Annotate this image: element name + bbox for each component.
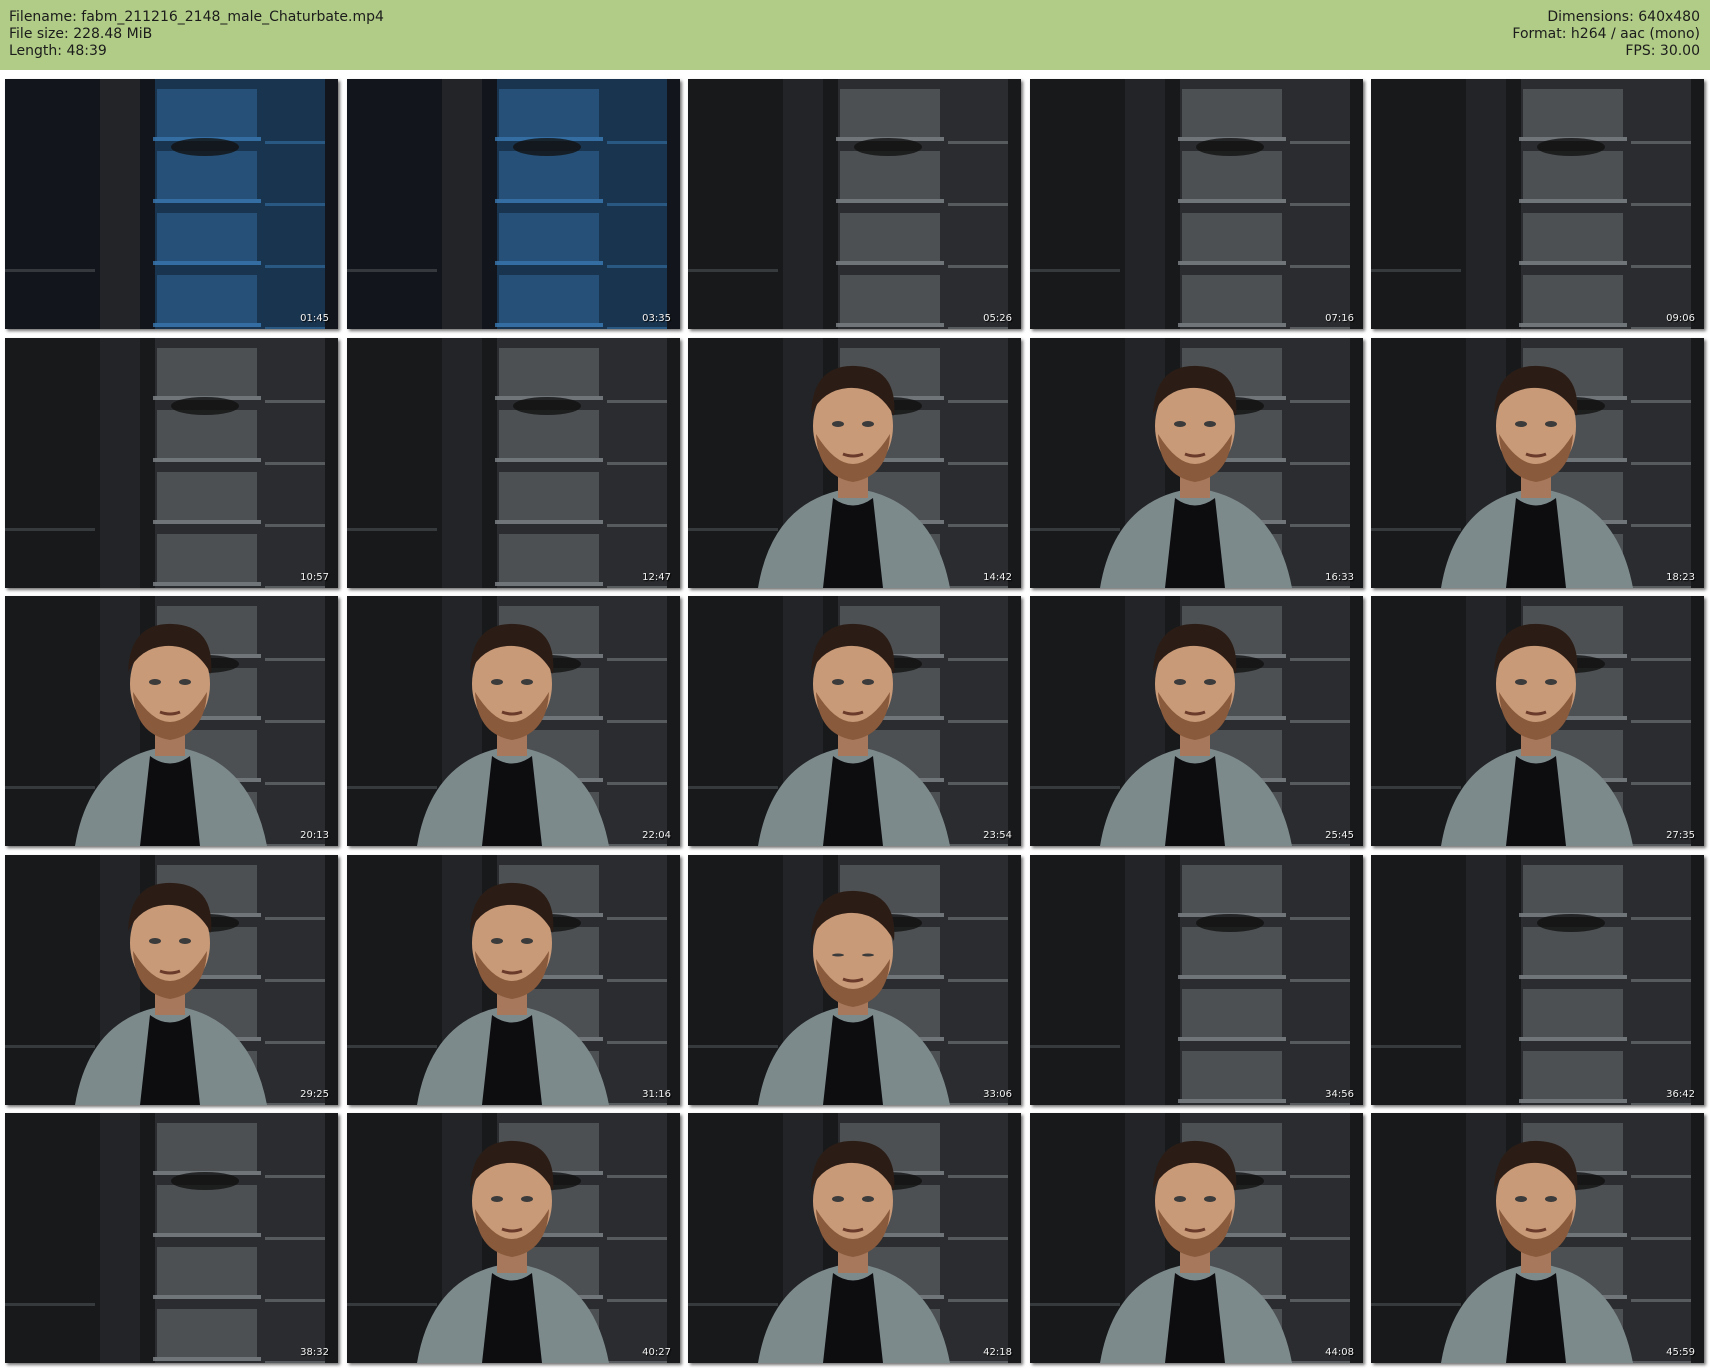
frame-image [5, 1113, 338, 1363]
frame-image [5, 855, 338, 1105]
thumbnail-timestamp: 20:13 [300, 830, 329, 841]
video-thumbnail[interactable]: 25:45 [1030, 596, 1363, 846]
thumbnail-timestamp: 01:45 [300, 313, 329, 324]
filename-text: Filename: fabm_211216_2148_male_Chaturba… [9, 9, 384, 25]
frame-image [347, 338, 680, 588]
info-header: Filename: fabm_211216_2148_male_Chaturba… [0, 0, 1710, 70]
frame-image [1371, 855, 1704, 1105]
frame-image [347, 596, 680, 846]
video-thumbnail[interactable]: 20:13 [5, 596, 338, 846]
frame-image [5, 596, 338, 846]
video-thumbnail[interactable]: 05:26 [688, 79, 1021, 329]
thumbnail-timestamp: 03:35 [642, 313, 671, 324]
thumbnail-timestamp: 23:54 [983, 830, 1012, 841]
video-thumbnail[interactable]: 34:56 [1030, 855, 1363, 1105]
video-thumbnail[interactable]: 44:08 [1030, 1113, 1363, 1363]
thumbnail-timestamp: 10:57 [300, 572, 329, 583]
frame-image [1030, 596, 1363, 846]
thumbnail-timestamp: 05:26 [983, 313, 1012, 324]
frame-image [347, 1113, 680, 1363]
thumbnail-timestamp: 31:16 [642, 1089, 671, 1100]
video-thumbnail[interactable]: 09:06 [1371, 79, 1704, 329]
thumbnail-timestamp: 42:18 [983, 1347, 1012, 1358]
thumbnail-timestamp: 34:56 [1325, 1089, 1354, 1100]
video-thumbnail[interactable]: 18:23 [1371, 338, 1704, 588]
frame-image [5, 338, 338, 588]
frame-image [688, 596, 1021, 846]
video-thumbnail[interactable]: 12:47 [347, 338, 680, 588]
video-thumbnail[interactable]: 38:32 [5, 1113, 338, 1363]
frame-image [1371, 596, 1704, 846]
frame-image [1030, 79, 1363, 329]
thumbnail-timestamp: 12:47 [642, 572, 671, 583]
video-thumbnail[interactable]: 01:45 [5, 79, 338, 329]
frame-image [688, 79, 1021, 329]
frame-image [347, 79, 680, 329]
thumbnail-timestamp: 25:45 [1325, 830, 1354, 841]
filesize-text: File size: 228.48 MiB [9, 26, 153, 42]
video-thumbnail[interactable]: 16:33 [1030, 338, 1363, 588]
video-thumbnail[interactable]: 45:59 [1371, 1113, 1704, 1363]
video-thumbnail[interactable]: 29:25 [5, 855, 338, 1105]
thumbnail-timestamp: 36:42 [1666, 1089, 1695, 1100]
frame-image [1030, 1113, 1363, 1363]
frame-image [347, 855, 680, 1105]
video-thumbnail[interactable]: 36:42 [1371, 855, 1704, 1105]
fps-text: FPS: 30.00 [1625, 43, 1700, 59]
thumbnail-timestamp: 29:25 [300, 1089, 329, 1100]
video-thumbnail[interactable]: 14:42 [688, 338, 1021, 588]
video-thumbnail[interactable]: 23:54 [688, 596, 1021, 846]
frame-image [688, 855, 1021, 1105]
frame-image [5, 79, 338, 329]
format-text: Format: h264 / aac (mono) [1512, 26, 1700, 42]
frame-image [1371, 338, 1704, 588]
thumbnail-timestamp: 40:27 [642, 1347, 671, 1358]
video-thumbnail[interactable]: 03:35 [347, 79, 680, 329]
thumbnail-timestamp: 45:59 [1666, 1347, 1695, 1358]
dimensions-text: Dimensions: 640x480 [1547, 9, 1700, 25]
video-thumbnail[interactable]: 10:57 [5, 338, 338, 588]
frame-image [688, 338, 1021, 588]
thumbnail-timestamp: 44:08 [1325, 1347, 1354, 1358]
video-thumbnail[interactable]: 27:35 [1371, 596, 1704, 846]
thumbnail-timestamp: 27:35 [1666, 830, 1695, 841]
video-thumbnail[interactable]: 07:16 [1030, 79, 1363, 329]
thumbnail-timestamp: 16:33 [1325, 572, 1354, 583]
video-thumbnail[interactable]: 31:16 [347, 855, 680, 1105]
thumbnail-timestamp: 18:23 [1666, 572, 1695, 583]
video-thumbnail[interactable]: 22:04 [347, 596, 680, 846]
length-text: Length: 48:39 [9, 43, 107, 59]
thumbnail-timestamp: 07:16 [1325, 313, 1354, 324]
frame-image [1371, 79, 1704, 329]
frame-image [1371, 1113, 1704, 1363]
video-thumbnail[interactable]: 40:27 [347, 1113, 680, 1363]
file-info: Filename: fabm_211216_2148_male_Chaturba… [9, 9, 384, 60]
frame-image [1030, 855, 1363, 1105]
video-thumbnail[interactable]: 33:06 [688, 855, 1021, 1105]
thumbnail-timestamp: 38:32 [300, 1347, 329, 1358]
frame-image [1030, 338, 1363, 588]
thumbnail-timestamp: 09:06 [1666, 313, 1695, 324]
video-thumbnail[interactable]: 42:18 [688, 1113, 1021, 1363]
thumbnail-grid: 01:45 03:35 05:26 07:16 09:06 10:57 12:47 14:42… [5, 79, 1705, 1365]
thumbnail-timestamp: 22:04 [642, 830, 671, 841]
thumbnail-timestamp: 14:42 [983, 572, 1012, 583]
thumbnail-timestamp: 33:06 [983, 1089, 1012, 1100]
frame-image [688, 1113, 1021, 1363]
stream-info: Dimensions: 640x480 Format: h264 / aac (… [1512, 9, 1700, 60]
